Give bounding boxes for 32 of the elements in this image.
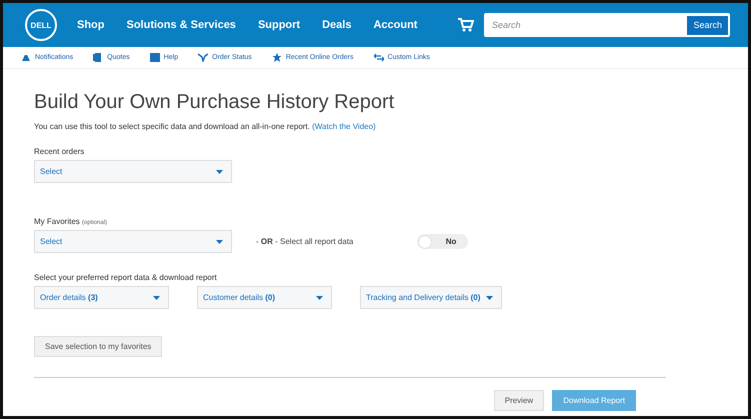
nav-link[interactable]: Shop [77, 19, 104, 31]
recent-orders-dropdown[interactable]: Select [34, 160, 232, 183]
intro-text: You can use this tool to select specific data and download an all-in-one report. (Watch the Video) [34, 122, 377, 131]
search-field[interactable]: Search Search [484, 13, 730, 37]
caret-icon [153, 296, 160, 300]
cart-icon[interactable] [458, 18, 474, 32]
field-label: Recent orders [34, 147, 86, 156]
nav-link[interactable]: Support [258, 19, 300, 31]
video-link[interactable]: (Watch the Video) [312, 122, 376, 131]
search-button[interactable]: Search [687, 16, 728, 34]
document-icon [93, 53, 104, 62]
page-title: Build Your Own Purchase History Report [34, 91, 396, 114]
logo[interactable]: DELL [25, 9, 57, 41]
report-data-dropdown[interactable]: Order details (3) [34, 286, 169, 309]
field-label: Select your preferred report data & download report [34, 273, 218, 282]
preview-button[interactable]: Preview [494, 390, 544, 411]
nav-link[interactable]: Solutions & Services [126, 19, 236, 31]
select-all-toggle[interactable]: No [417, 234, 468, 249]
favorites-dropdown[interactable]: Select [34, 230, 232, 253]
star-icon [272, 53, 282, 62]
report-data-dropdown[interactable]: Customer details (0) [197, 286, 332, 309]
bell-icon [21, 53, 31, 62]
caret-icon [316, 296, 323, 300]
caret-icon [486, 296, 493, 300]
nav-link[interactable]: Account [373, 19, 418, 31]
save-favorites-button[interactable]: Save selection to my favorites [34, 336, 162, 357]
nav-link[interactable]: Deals [322, 19, 352, 31]
caret-icon [216, 240, 223, 244]
arrows-icon [374, 53, 384, 62]
caret-icon [216, 170, 223, 174]
select-all-label: - OR - Select all report data [256, 237, 354, 246]
report-data-dropdown[interactable]: Tracking and Delivery details (0) [360, 286, 502, 309]
